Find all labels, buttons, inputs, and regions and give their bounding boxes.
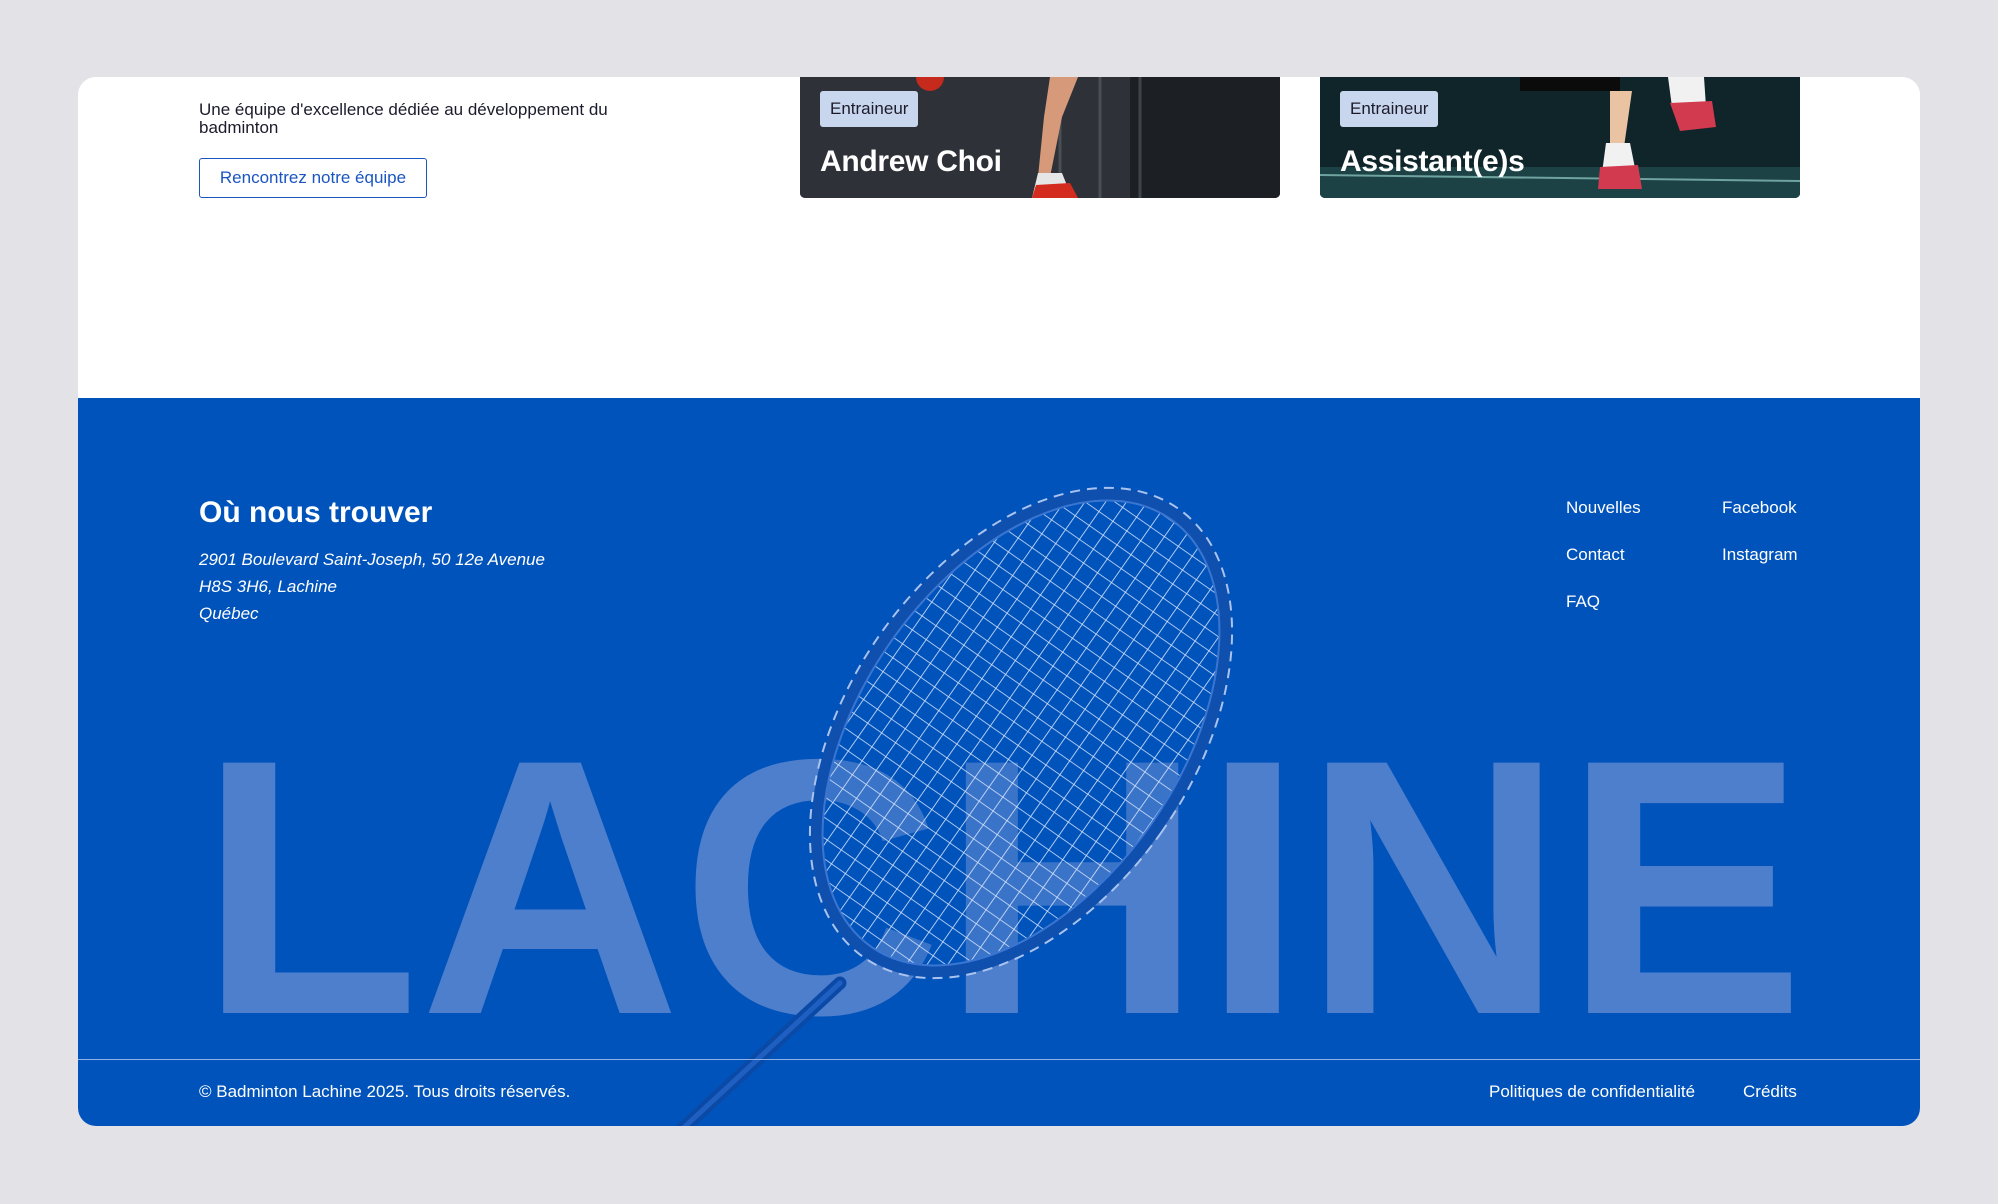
footer-link-nouvelles[interactable]: Nouvelles (1566, 498, 1641, 518)
copyright-text: © Badminton Lachine 2025. Tous droits ré… (199, 1082, 571, 1101)
card-role-tag: Entraineur (820, 91, 919, 127)
coach-card-assistants[interactable]: Entraineur Assistant(e)s (1320, 77, 1800, 198)
coach-card-andrew-choi[interactable]: Entraineur Andrew Choi (800, 77, 1280, 198)
footer-link-facebook[interactable]: Facebook (1722, 498, 1797, 518)
card-name: Andrew Choi (820, 145, 1002, 178)
address-block: 2901 Boulevard Saint-Joseph, 50 12e Aven… (199, 546, 545, 627)
footer-link-instagram[interactable]: Instagram (1722, 545, 1798, 565)
site-footer: LACHINE (78, 398, 1920, 1126)
team-description: Une équipe d'excellence dédiée au dévelo… (199, 100, 608, 137)
team-section: Une équipe d'excellence dédiée au dévelo… (78, 77, 1920, 398)
footer-divider (78, 1059, 1920, 1060)
footer-link-faq[interactable]: FAQ (1566, 592, 1600, 612)
address-line: 2901 Boulevard Saint-Joseph, 50 12e Aven… (199, 550, 545, 569)
credits-link[interactable]: Crédits (1743, 1082, 1797, 1102)
meet-team-button[interactable]: Rencontrez notre équipe (199, 158, 427, 198)
address-line: Québec (199, 604, 259, 623)
page-frame: Une équipe d'excellence dédiée au dévelo… (78, 77, 1920, 1126)
card-name: Assistant(e)s (1340, 145, 1525, 178)
address-line: H8S 3H6, Lachine (199, 577, 337, 596)
location-heading: Où nous trouver (199, 496, 433, 529)
privacy-policy-link[interactable]: Politiques de confidentialité (1489, 1082, 1695, 1102)
footer-link-contact[interactable]: Contact (1566, 545, 1625, 565)
card-role-tag: Entraineur (1340, 91, 1439, 127)
